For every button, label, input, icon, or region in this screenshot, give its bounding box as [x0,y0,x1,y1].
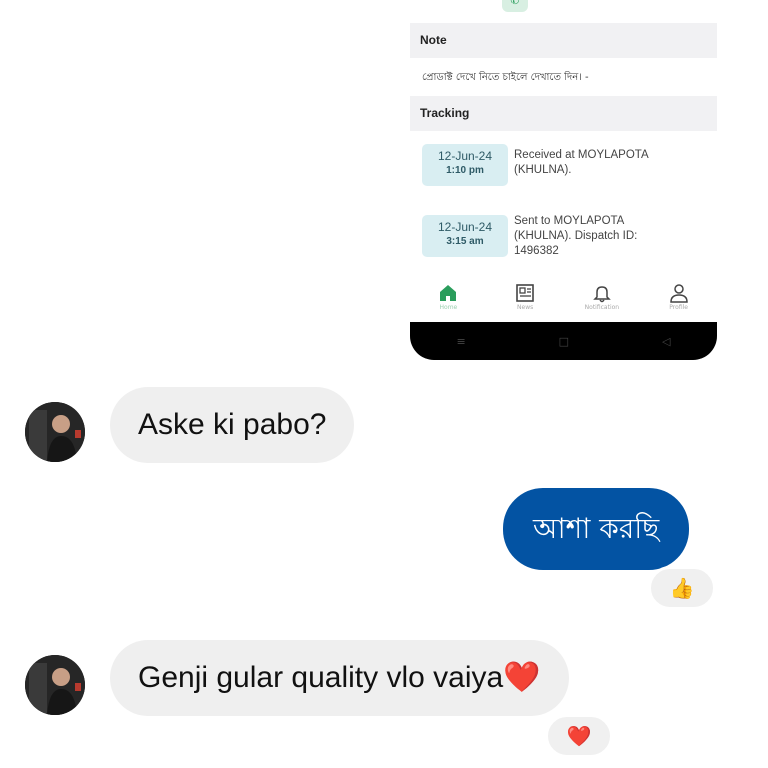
android-navigation-bar: ≡ □ ◁ [410,322,717,360]
nav-profile[interactable]: Profile [649,278,709,311]
incoming-message[interactable]: Aske ki pabo? [110,387,355,463]
phone-row: Phone: 0 [422,0,469,3]
tracking-status: Received at MOYLAPOTA (KHULNA). [514,149,649,176]
like-reaction[interactable]: 👍 [648,566,716,610]
shared-screenshot[interactable]: Phone: 0 ✆ Note প্রোডাক্ট দেখে নিতে চাইল… [410,0,717,360]
back-icon[interactable]: ◁ [662,335,670,348]
nav-profile-label: Profile [669,304,688,311]
home-icon [440,285,457,301]
tracking-header: Tracking [410,96,717,131]
avatar-photo-icon [25,402,85,462]
avatar[interactable] [25,655,85,715]
outgoing-message[interactable]: আশা করছি [503,488,690,570]
note-header: Note [410,23,717,58]
tracking-date: 12-Jun-24 [437,149,493,163]
bell-icon [593,286,611,303]
heart-icon: ❤️ [566,724,592,748]
call-icon: ✆ [502,0,528,12]
heart-reaction[interactable]: ❤️ [545,714,613,758]
tracking-date: 12-Jun-24 [437,220,493,234]
news-icon [516,284,534,302]
avatar-photo-icon [25,655,85,715]
nav-notification-label: Notification [584,304,620,311]
person-icon [669,284,688,303]
thumbs-up-icon: 👍 [669,576,695,600]
recents-icon[interactable]: ≡ [456,335,465,348]
tracking-time: 3:15 am [446,236,484,247]
nav-notification[interactable]: Notification [572,278,632,311]
nav-news-label: News [517,304,534,311]
home-button-icon[interactable]: □ [559,335,569,348]
tracking-date-badge: 12-Jun-24 3:15 am [422,215,508,257]
note-text: প্রোডাক্ট দেখে নিতে চাইলে দেখাতে দিন। - [422,72,589,83]
tracking-status: Sent to MOYLAPOTA (KHULNA). Dispatch ID:… [514,215,638,257]
tracking-date-badge: 12-Jun-24 1:10 pm [422,144,508,186]
nav-home[interactable]: Home [418,278,478,311]
nav-news[interactable]: News [495,278,555,311]
tracking-time: 1:10 pm [446,165,484,176]
avatar[interactable] [25,402,85,462]
nav-home-label: Home [439,304,458,311]
incoming-message[interactable]: Genji gular quality vlo vaiya❤️ [110,640,569,716]
bottom-nav: Home News Notification Profile [410,278,717,322]
